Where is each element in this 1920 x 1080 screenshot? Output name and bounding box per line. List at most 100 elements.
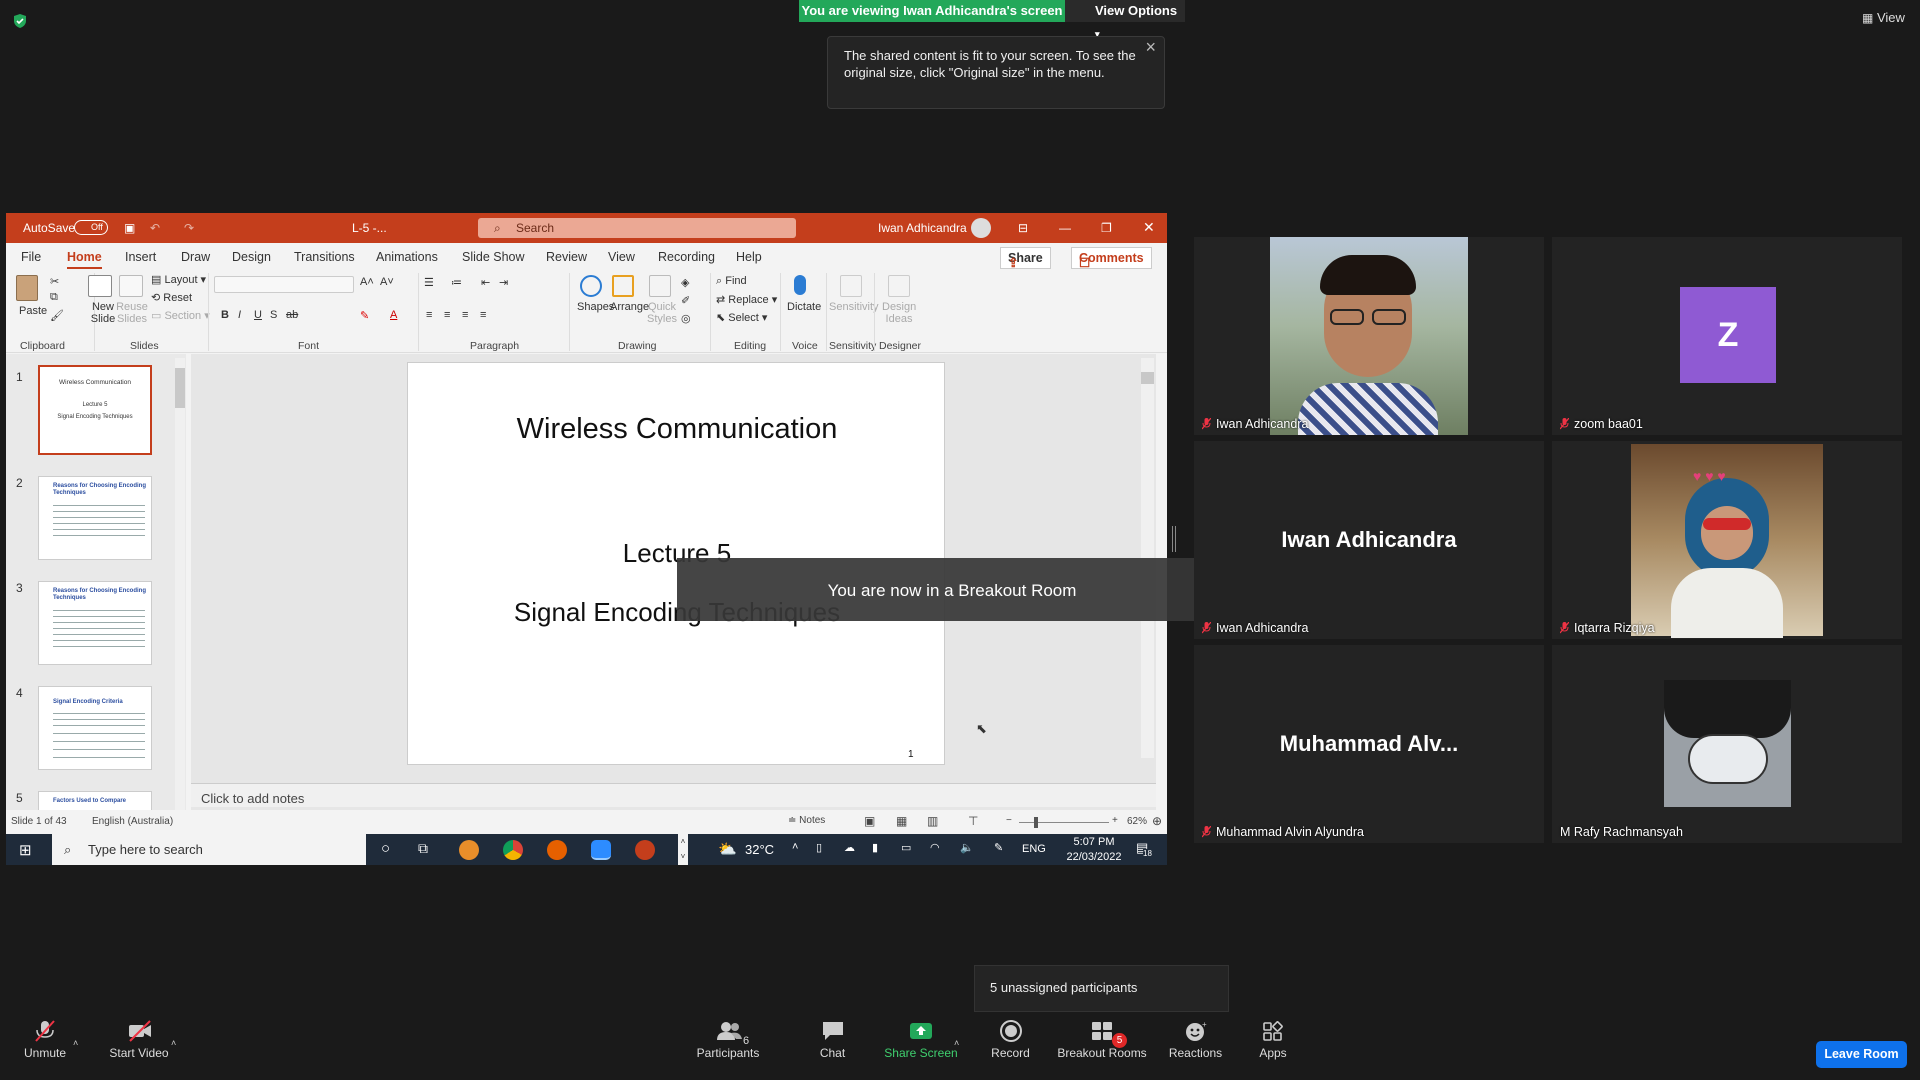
video-tile-iwan-2[interactable]: Iwan Adhicandra Iwan Adhicandra [1194,441,1544,639]
comments-button[interactable]: ☐ Comments [1071,247,1152,270]
menu-draw[interactable]: Draw [181,250,210,264]
share-button[interactable]: ⇪ Share [1000,247,1051,270]
menu-view[interactable]: View [608,250,635,264]
zoom-in-icon[interactable]: + [1112,815,1118,826]
redo-icon[interactable]: ↷ [184,221,194,235]
splitter-handle[interactable] [1172,526,1176,552]
battery-icon[interactable]: ▭ [901,841,911,854]
close-window-icon[interactable]: ✕ [1143,219,1155,236]
minimize-icon[interactable]: — [1059,221,1071,235]
menu-file[interactable]: File [21,250,41,264]
view-button[interactable]: ▦ View [1862,10,1905,25]
fit-slide-icon[interactable]: ⊕ [1152,814,1162,828]
reading-view-icon[interactable]: ▥ [927,814,938,828]
layout-button[interactable]: ▤ Layout ▾ [151,273,206,286]
participants-button[interactable]: Participants [693,1020,763,1060]
new-slide-label[interactable]: New Slide [88,301,118,325]
align-right-icon[interactable]: ≡ [462,309,468,321]
paste-label[interactable]: Paste [19,305,47,317]
video-tile-muhammad[interactable]: Muhammad Alv... Muhammad Alvin Alyundra [1194,645,1544,843]
close-icon[interactable]: × [1145,38,1156,56]
avatar[interactable] [971,218,991,238]
indent-icon[interactable]: ⇤ [481,276,490,289]
filename[interactable]: L-5 -... [352,221,387,235]
italic-icon[interactable]: I [238,309,241,321]
menu-transitions[interactable]: Transitions [294,250,355,264]
chrome-icon[interactable] [503,840,523,860]
menu-design[interactable]: Design [232,250,271,264]
windows-start-icon[interactable]: ⊞ [19,841,32,859]
view-options-button[interactable]: View Options ▾ [1065,0,1185,39]
volume-icon[interactable]: 🔈 [960,841,974,854]
video-tile-iwan[interactable]: Iwan Adhicandra [1194,237,1544,435]
menu-slide-show[interactable]: Slide Show [462,250,525,264]
cut-icon[interactable]: ✂ [50,275,59,288]
ppt-user-name[interactable]: Iwan Adhicandra [878,221,967,235]
pen-icon[interactable]: ✎ [994,841,1003,854]
start-video-button[interactable]: Start Video [107,1020,171,1060]
menu-review[interactable]: Review [546,250,587,264]
reuse-slides-icon[interactable] [119,275,143,297]
notes-toggle[interactable]: ≐ Notes [788,815,825,826]
cortana-icon[interactable]: ○ [381,840,390,857]
strikethrough-icon[interactable]: ab [286,309,298,321]
powerpoint-app-icon[interactable] [635,840,655,860]
share-options-chevron-icon[interactable]: ˄ [954,1038,959,1048]
autosave-toggle[interactable]: Off [74,220,108,235]
slide-thumbnail-3[interactable]: Reasons for Choosing Encoding Techniques [38,581,152,665]
bold-icon[interactable]: B [221,309,229,321]
breakout-rooms-button[interactable]: Breakout Rooms [1057,1020,1147,1060]
font-color-icon[interactable]: A [390,309,397,321]
grow-font-icon[interactable]: A˄ [360,276,374,288]
tray-chevron-icon[interactable]: ˄ [792,841,798,853]
design-ideas-label[interactable]: Design Ideas [882,301,916,325]
find-button[interactable]: ⌕ Find [716,275,747,288]
paste-icon[interactable] [16,275,38,301]
bullets-icon[interactable]: ☰ [424,276,434,289]
leave-room-button[interactable]: Leave Room [1816,1041,1907,1068]
taskbar-search-input[interactable]: ⌕ Type here to search [52,834,366,865]
thumbs-scrollbar[interactable] [175,358,185,828]
slide-thumbnail-2[interactable]: Reasons for Choosing Encoding Techniques [38,476,152,560]
font-name-select[interactable] [214,276,354,293]
reset-button[interactable]: ⟲ Reset [151,291,192,304]
menu-help[interactable]: Help [736,250,762,264]
weather-icon[interactable]: ⛅ [718,840,737,858]
wifi-icon[interactable]: ◠ [930,841,940,854]
unmute-button[interactable]: Unmute [20,1020,70,1060]
shape-outline-icon[interactable]: ✐ [681,294,690,307]
menu-home[interactable]: Home [67,250,102,270]
design-ideas-icon[interactable] [888,275,910,297]
microphone-icon[interactable] [794,275,806,295]
input-language[interactable]: ENG [1022,843,1046,855]
underline-icon[interactable]: U [254,309,262,321]
shapes-icon[interactable] [580,275,602,297]
audio-options-chevron-icon[interactable]: ˄ [73,1038,78,1048]
ribbon-display-icon[interactable]: ⊟ [1018,221,1028,235]
unassigned-participants-popup[interactable]: 5 unassigned participants [974,965,1229,1012]
weather-temp[interactable]: 32°C [745,842,774,857]
slide-thumbnail-4[interactable]: Signal Encoding Criteria [38,686,152,770]
normal-view-icon[interactable]: ▣ [864,814,875,828]
ppt-search-input[interactable]: ⌕ Search [478,218,796,238]
format-painter-icon[interactable]: 🖌 [50,309,64,322]
highlight-icon[interactable]: ✎ [360,309,369,322]
justify-icon[interactable]: ≡ [480,309,486,321]
shrink-font-icon[interactable]: A˅ [380,276,394,288]
zoom-out-icon[interactable]: − [1006,815,1012,826]
shapes-label[interactable]: Shapes [577,301,614,313]
shape-effects-icon[interactable]: ◎ [681,312,691,325]
apps-button[interactable]: Apps [1255,1020,1291,1060]
slide-thumbnail-1[interactable]: Wireless Communication Lecture 5 Signal … [38,365,152,455]
quick-styles-icon[interactable] [649,275,671,297]
sensitivity-icon[interactable] [840,275,862,297]
share-screen-button[interactable]: Share Screen [884,1020,958,1060]
slide-title[interactable]: Wireless Communication [408,413,946,446]
slide-sorter-icon[interactable]: ▦ [896,814,907,828]
video-tile-iqtarra[interactable]: ♥ ♥ ♥ Iqtarra Rizqiya [1552,441,1902,639]
align-center-icon[interactable]: ≡ [444,309,450,321]
replace-button[interactable]: ⇄ Replace ▾ [716,293,777,306]
clock-time[interactable]: 5:07 PM [1064,836,1124,848]
align-left-icon[interactable]: ≡ [426,309,432,321]
slide-thumbnails-pane[interactable]: 1 Wireless Communication Lecture 5 Signa… [6,354,186,829]
